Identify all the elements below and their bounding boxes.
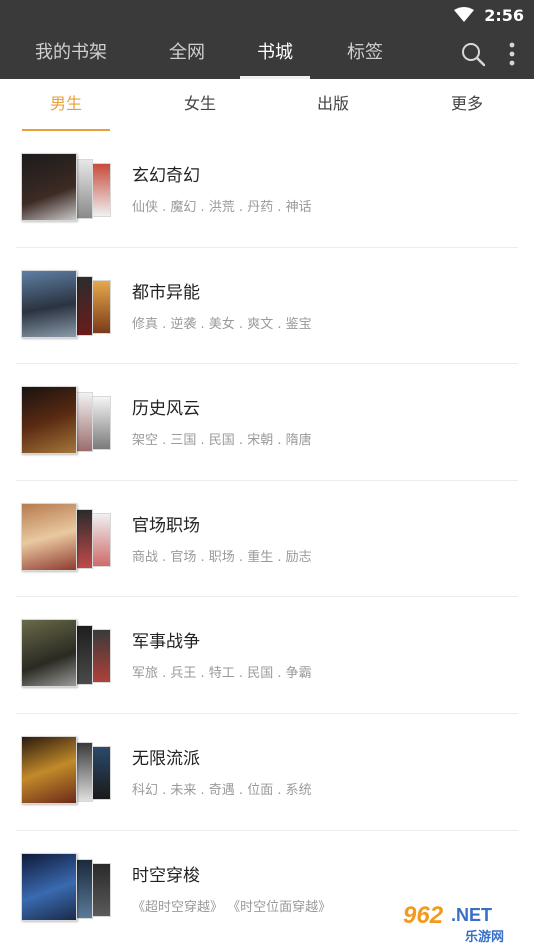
book-cover-image: [91, 396, 111, 451]
svg-text:962: 962: [403, 902, 444, 929]
svg-text:.NET: .NET: [451, 905, 492, 925]
tab-bookstore[interactable]: 书城: [240, 30, 310, 79]
category-title: 军事战争: [132, 632, 200, 653]
category-tags: 架空 . 三国 . 民国 . 宋朝 . 隋唐: [132, 433, 312, 449]
book-cover-image: [91, 512, 111, 567]
book-covers: [21, 502, 113, 575]
category-tags: 仙侠 . 魔幻 . 洪荒 . 丹药 . 神话: [132, 200, 312, 215]
book-covers: [21, 619, 113, 691]
book-cover-image: [91, 163, 111, 217]
category-title: 官场职场: [132, 515, 200, 536]
book-cover-image: [91, 279, 111, 334]
category-title: 无限流派: [132, 748, 200, 769]
book-cover-image: [21, 269, 77, 338]
list-item[interactable]: 军事战争 军旅 . 兵王 . 特工 . 民国 . 争霸: [16, 597, 518, 714]
book-cover-image: [91, 862, 111, 917]
book-covers: [21, 386, 113, 458]
subtab-more[interactable]: 更多: [423, 79, 511, 131]
category-title: 玄幻奇幻: [132, 166, 200, 186]
more-vertical-icon[interactable]: [502, 40, 522, 68]
book-covers: [21, 735, 113, 808]
list-item[interactable]: 玄幻奇幻 仙侠 . 魔幻 . 洪荒 . 丹药 . 神话: [16, 131, 518, 248]
status-bar: 2:56: [0, 0, 534, 30]
svg-text:乐游网: 乐游网: [465, 929, 504, 945]
wifi-icon: [454, 7, 475, 22]
category-title: 历史风云: [132, 399, 200, 420]
category-sub-tabs: 男生 女生 出版 更多: [0, 79, 534, 131]
category-tags: 科幻 . 未来 . 奇遇 . 位面 . 系统: [132, 782, 312, 798]
book-covers: [21, 269, 113, 342]
book-covers: [21, 852, 113, 925]
list-item[interactable]: 历史风云 架空 . 三国 . 民国 . 宋朝 . 隋唐: [16, 364, 518, 481]
book-cover-image: [21, 852, 77, 921]
subtab-published[interactable]: 出版: [289, 79, 377, 131]
category-tags: 军旅 . 兵王 . 特工 . 民国 . 争霸: [132, 666, 312, 682]
list-item[interactable]: 无限流派 科幻 . 未来 . 奇遇 . 位面 . 系统: [16, 714, 518, 831]
category-title: 时空穿梭: [132, 865, 200, 886]
app-bar: 我的书架 全网 书城 标签: [0, 30, 534, 79]
subtab-female[interactable]: 女生: [156, 79, 244, 131]
book-cover-image: [91, 745, 111, 800]
tab-tags[interactable]: 标签: [330, 30, 400, 79]
category-list: 玄幻奇幻 仙侠 . 魔幻 . 洪荒 . 丹药 . 神话 都市异能 修真 . 逆袭…: [0, 131, 534, 947]
book-cover-image: [21, 619, 77, 688]
search-icon[interactable]: [460, 41, 486, 67]
tab-bookshelf[interactable]: 我的书架: [20, 30, 122, 79]
category-title: 都市异能: [132, 282, 200, 303]
category-tags: 《超时空穿越》 《时空位面穿越》: [132, 899, 332, 915]
book-cover-image: [21, 502, 77, 571]
category-tags: 商战 . 官场 . 职场 . 重生 . 励志: [132, 549, 312, 565]
subtab-male[interactable]: 男生: [22, 79, 110, 131]
status-time: 2:56: [484, 5, 524, 25]
book-cover-image: [91, 629, 111, 684]
tab-all-web[interactable]: 全网: [152, 30, 222, 79]
book-cover-image: [21, 386, 77, 455]
category-tags: 修真 . 逆袭 . 美女 . 爽文 . 鉴宝: [132, 316, 312, 332]
site-watermark-logo: 962 .NET 乐游网: [397, 899, 529, 945]
list-item[interactable]: 都市异能 修真 . 逆袭 . 美女 . 爽文 . 鉴宝: [16, 248, 518, 365]
book-cover-image: [21, 735, 77, 804]
book-covers: [21, 153, 113, 225]
book-cover-image: [21, 153, 77, 221]
list-item[interactable]: 官场职场 商战 . 官场 . 职场 . 重生 . 励志: [16, 481, 518, 598]
